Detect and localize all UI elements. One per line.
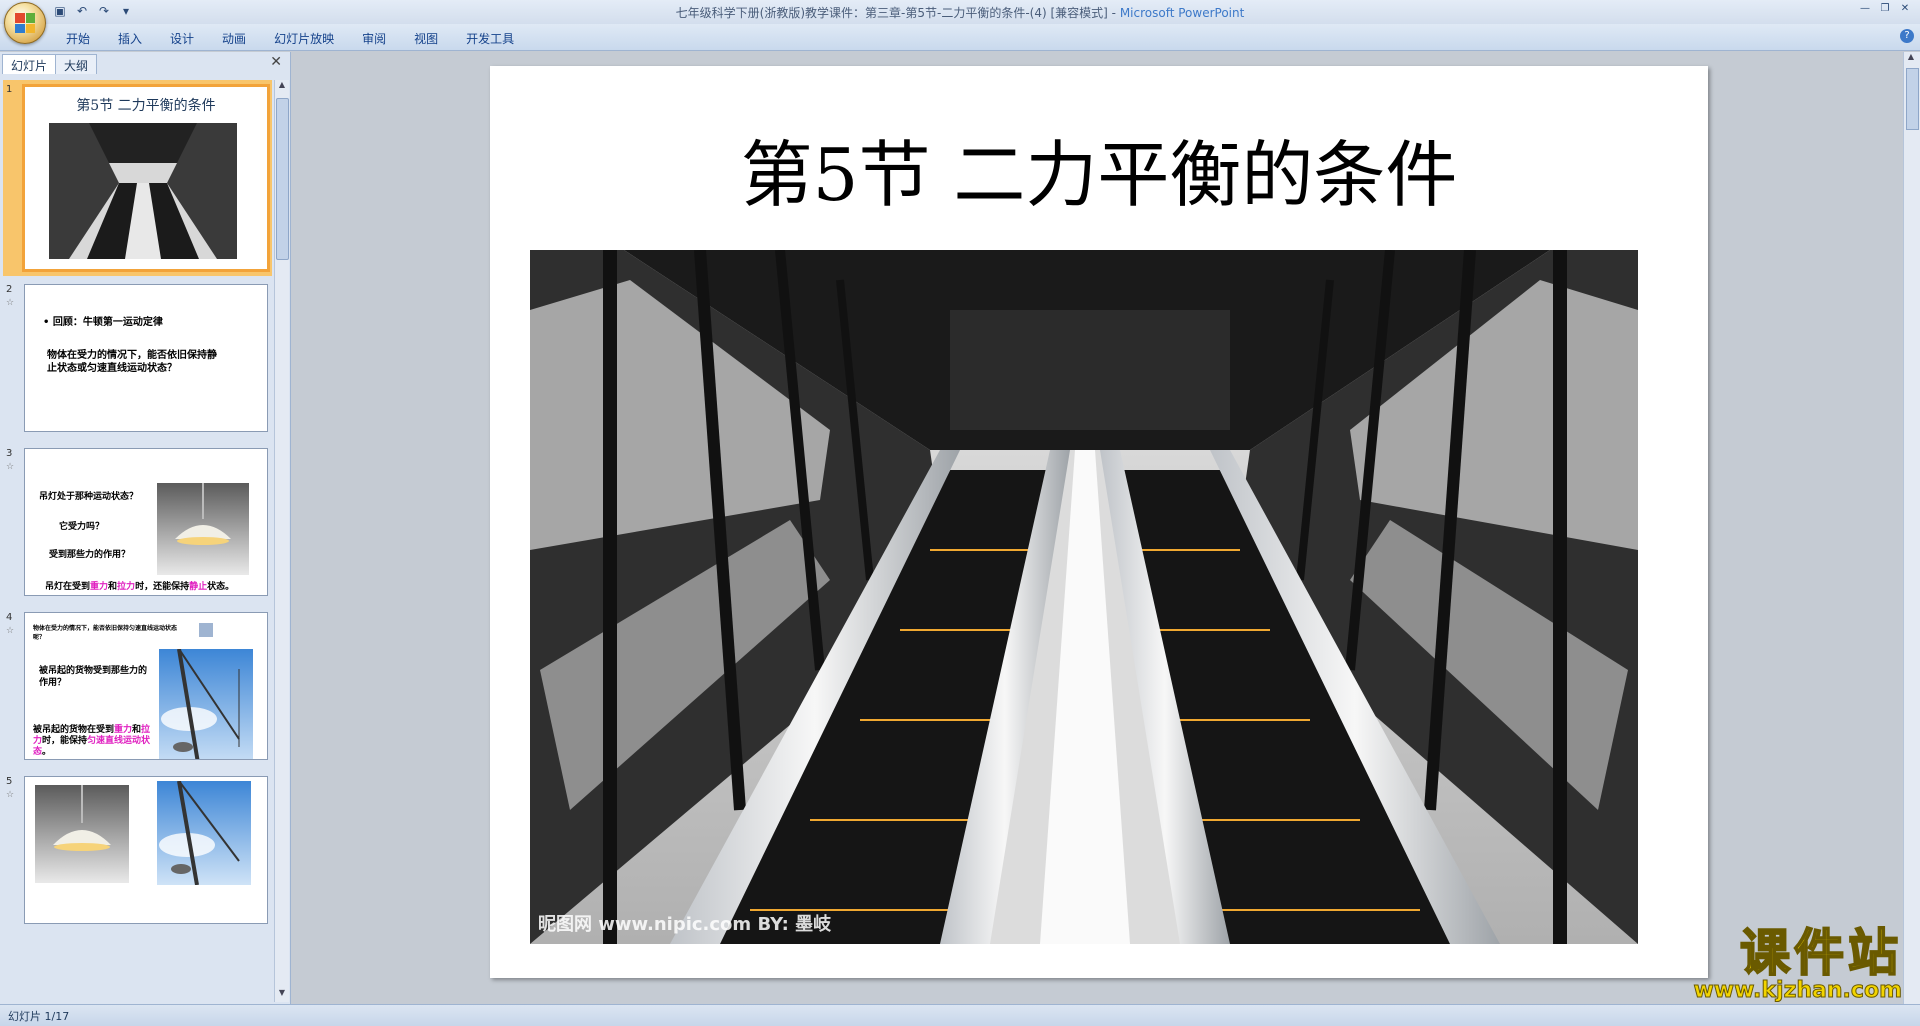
answer-text: 时，能保持	[42, 736, 88, 746]
window-controls: — ❐ ✕	[1856, 2, 1914, 16]
close-icon[interactable]: ✕	[1896, 2, 1914, 16]
scrollbar-thumb[interactable]	[276, 98, 289, 260]
slide-number: 1	[6, 84, 13, 95]
answer-text: 。	[42, 747, 52, 757]
slide-thumbnail-3[interactable]: 吊灯处于那种运动状态？ 它受力吗？ 受到那些力的作用？ 吊灯在受到重力和拉力时，…	[24, 448, 268, 596]
answer-highlight: 拉力	[117, 582, 136, 592]
animation-icon: ☆	[6, 298, 15, 308]
thumbnail-question-3: 受到那些力的作用？	[49, 550, 131, 560]
answer-text: 吊灯在受到	[45, 582, 91, 592]
scroll-up-icon[interactable]: ▲	[1904, 52, 1918, 66]
thumbnail-answer: 被吊起的货物在受到重力和拉力时，能保持匀速直线运动状态。	[33, 725, 153, 758]
tab-view[interactable]: 视图	[400, 28, 452, 49]
crane-image	[157, 781, 251, 885]
animation-icon: ☆	[6, 626, 15, 636]
watermark-title: 课件站	[1739, 924, 1902, 982]
office-button[interactable]	[4, 2, 46, 44]
scroll-up-icon[interactable]: ▲	[275, 80, 289, 94]
animation-icon: ☆	[6, 790, 15, 800]
thumbnail-bullet: • 回顾：牛顿第一运动定律	[43, 317, 163, 328]
sound-icon	[199, 623, 213, 637]
answer-text: 状态。	[207, 582, 235, 592]
tab-design[interactable]: 设计	[156, 28, 208, 49]
slide-thumbnail-5[interactable]	[24, 776, 268, 924]
answer-text: 时，还能保持	[135, 582, 190, 592]
slide-title[interactable]: 第5节 二力平衡的条件	[490, 116, 1708, 221]
slide-number: 4	[6, 612, 13, 623]
thumbnail-body: 物体在受力的情况下，能否依旧保持静止状态或匀速直线运动状态？	[47, 350, 217, 374]
minimize-icon[interactable]: —	[1856, 2, 1874, 16]
watermark-url: www.kjzhan.com	[1693, 978, 1903, 1003]
tab-insert[interactable]: 插入	[104, 28, 156, 49]
thumbnail-title: 第5节 二力平衡的条件	[76, 98, 216, 114]
panel-tabs: 幻灯片 大纲	[2, 54, 98, 74]
answer-highlight: 重力	[90, 582, 109, 592]
tab-developer[interactable]: 开发工具	[452, 28, 528, 49]
answer-text: 和	[132, 725, 142, 735]
answer-text: 和	[108, 582, 118, 592]
document-title: 七年级科学下册(浙教版)教学课件：第三章-第5节-二力平衡的条件-(4) [兼容…	[675, 6, 1108, 20]
escalator-photo[interactable]: 昵图网 www.nipic.com BY: 墨岐	[530, 250, 1638, 944]
escalator-thumbnail-image	[49, 123, 237, 259]
slide-workspace: 第5节 二力平衡的条件 昵图网 www.nipic.com BY: 墨岐	[292, 52, 1918, 1004]
answer-text: 被吊起的货物在受到	[33, 725, 115, 735]
thumbnail-question-1: 吊灯处于那种运动状态？	[39, 492, 139, 502]
slide-thumbnail-4[interactable]: 物体在受力的情况下，能否依旧保持匀速直线运动状态呢？ 被吊起的货物受到那些力的作…	[24, 612, 268, 760]
close-panel-icon[interactable]: ✕	[270, 54, 282, 70]
slide-thumbnail-1[interactable]: 第5节 二力平衡的条件	[22, 84, 270, 272]
app-name: Microsoft PowerPoint	[1119, 6, 1245, 20]
pendant-lamp-image	[35, 785, 129, 883]
thumbnail-question: 被吊起的货物受到那些力的作用？	[39, 666, 148, 688]
thumbnail-answer: 吊灯在受到重力和拉力时，还能保持静止状态。	[45, 579, 234, 592]
thumbnail-row-5[interactable]: 5 ☆	[0, 772, 272, 932]
thumbnail-row-1[interactable]: 1 第5节 二力平衡的条件	[0, 80, 272, 276]
slide-thumbnail-2[interactable]: • 回顾：牛顿第一运动定律 物体在受力的情况下，能否依旧保持静止状态或匀速直线运…	[24, 284, 268, 432]
slide-number: 5	[6, 776, 13, 787]
thumbnail-row-4[interactable]: 4 ☆ 物体在受力的情况下，能否依旧保持匀速直线运动状态呢？ 被吊起的货物受到那…	[0, 608, 272, 768]
tab-slides[interactable]: 幻灯片	[2, 54, 57, 74]
help-icon[interactable]: ?	[1900, 29, 1914, 43]
scrollbar-thumb[interactable]	[1906, 68, 1919, 130]
ribbon: 开始 插入 设计 动画 幻灯片放映 审阅 视图 开发工具 ?	[0, 24, 1920, 51]
tab-review[interactable]: 审阅	[348, 28, 400, 49]
answer-highlight: 静止	[189, 582, 208, 592]
thumbnail-list: 1 第5节 二力平衡的条件 2 ☆ • 回顾：牛顿第一运动定律 物体在受力的情况…	[0, 80, 272, 1002]
slides-panel: 幻灯片 大纲 ✕ 1 第5节 二力平衡的条件 2 ☆ • 回顾：牛顿第一运动定律…	[0, 52, 291, 1004]
photo-caption: 昵图网 www.nipic.com BY: 墨岐	[538, 913, 832, 935]
thumbnail-row-3[interactable]: 3 ☆ 吊灯处于那种运动状态？ 它受力吗？ 受到那些力的作用？ 吊灯在受到重力和…	[0, 444, 272, 604]
current-slide[interactable]: 第5节 二力平衡的条件 昵图网 www.nipic.com BY: 墨岐	[490, 66, 1708, 978]
animation-icon: ☆	[6, 462, 15, 472]
tab-home[interactable]: 开始	[52, 28, 104, 49]
scroll-down-icon[interactable]: ▼	[275, 988, 289, 1002]
window-title: 七年级科学下册(浙教版)教学课件：第三章-第5节-二力平衡的条件-(4) [兼容…	[675, 6, 1245, 20]
thumbnail-scrollbar[interactable]: ▲ ▼	[274, 80, 289, 1002]
restore-icon[interactable]: ❐	[1876, 2, 1894, 16]
title-bar: ▣ ↶ ↷ ▾ 七年级科学下册(浙教版)教学课件：第三章-第5节-二力平衡的条件…	[0, 0, 1920, 24]
thumbnail-row-2[interactable]: 2 ☆ • 回顾：牛顿第一运动定律 物体在受力的情况下，能否依旧保持静止状态或匀…	[0, 280, 272, 440]
slide-number: 2	[6, 284, 13, 295]
thumbnail-question-2: 它受力吗？	[59, 522, 105, 532]
tab-animations[interactable]: 动画	[208, 28, 260, 49]
status-bar: 幻灯片 1/17	[0, 1004, 1920, 1026]
ribbon-tabs: 开始 插入 设计 动画 幻灯片放映 审阅 视图 开发工具	[52, 28, 528, 49]
slide-counter: 幻灯片 1/17	[8, 1010, 70, 1023]
answer-highlight: 重力	[114, 725, 133, 735]
tab-slideshow[interactable]: 幻灯片放映	[260, 28, 348, 49]
thumbnail-top-text: 物体在受力的情况下，能否依旧保持匀速直线运动状态呢？	[33, 625, 178, 641]
slide-number: 3	[6, 448, 13, 459]
office-logo-icon	[15, 13, 35, 33]
main-scrollbar[interactable]: ▲	[1903, 52, 1920, 1004]
site-watermark-logo: 课件站 www.kjzhan.com	[1652, 924, 1903, 1003]
tab-outline[interactable]: 大纲	[55, 54, 98, 74]
crane-image	[159, 649, 253, 759]
pendant-lamp-image	[157, 483, 249, 575]
